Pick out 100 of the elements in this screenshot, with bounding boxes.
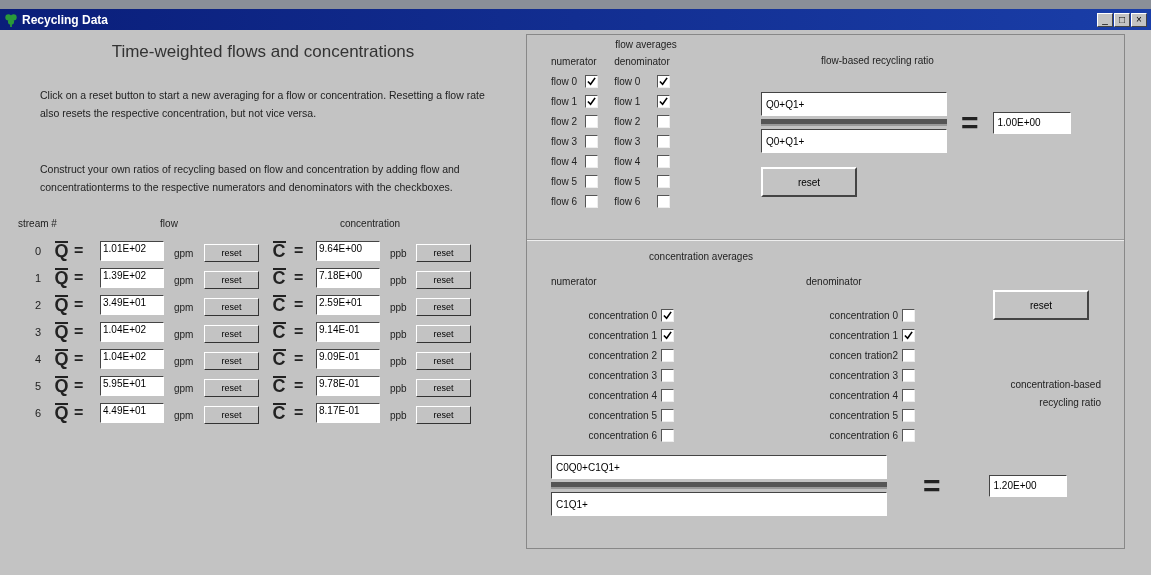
checkbox[interactable] — [661, 428, 674, 442]
unit-label: gpm — [173, 355, 195, 367]
flow-field[interactable]: 1.39E+02 — [100, 267, 164, 288]
reset-button[interactable]: reset — [416, 325, 471, 343]
ratio-title: flow-based recycling ratio — [821, 55, 935, 66]
concentration-field[interactable]: 2.59E+01 — [316, 294, 380, 315]
equals-sign: = — [74, 268, 85, 287]
reset-button[interactable]: reset — [204, 379, 259, 397]
checkbox[interactable] — [585, 134, 599, 148]
checkbox-label: flow 2 — [614, 115, 641, 127]
reset-button[interactable]: reset — [416, 352, 471, 370]
reset-button[interactable]: reset — [416, 379, 471, 397]
checkbox-label: concentration 3 — [587, 369, 657, 381]
equals-sign: = — [74, 241, 85, 260]
reset-button[interactable]: reset — [416, 406, 471, 424]
concentration-field[interactable]: 9.78E-01 — [316, 375, 380, 396]
concentration-field[interactable]: 7.18E+00 — [316, 267, 380, 288]
reset-button[interactable]: reset — [204, 271, 259, 289]
denominator-label: denominator — [806, 276, 863, 287]
reset-button[interactable]: reset — [204, 298, 259, 316]
flow-field[interactable]: 1.04E+02 — [100, 348, 164, 369]
checkbox-label: concentration 2 — [587, 349, 657, 361]
unit-label: ppb — [389, 247, 408, 259]
numerator-field[interactable]: Q0+Q1+ — [761, 92, 947, 116]
ratio-field[interactable]: 1.00E+00 — [992, 111, 1071, 134]
reset-button[interactable]: reset — [204, 244, 259, 262]
unit-label: ppb — [389, 274, 408, 286]
checkbox[interactable] — [902, 348, 915, 362]
checkbox[interactable] — [902, 328, 915, 342]
checkbox[interactable] — [902, 308, 915, 322]
checkbox[interactable] — [585, 94, 599, 108]
reset-button[interactable]: reset — [416, 298, 471, 316]
checkbox[interactable] — [661, 408, 674, 422]
flow-field[interactable]: 1.04E+02 — [100, 321, 164, 342]
checkbox-label: flow 1 — [614, 95, 641, 107]
equals-sign: = — [294, 376, 305, 395]
checkbox[interactable] — [902, 428, 915, 442]
unit-label: gpm — [173, 301, 195, 313]
equals-sign: = — [74, 349, 85, 368]
equals-sign: = — [961, 110, 979, 135]
window-control-button[interactable]: × — [1131, 12, 1147, 27]
column-header: concentration — [338, 218, 401, 229]
section-title: concentration averages — [648, 251, 754, 262]
checkbox[interactable] — [585, 194, 599, 208]
checkbox[interactable] — [585, 74, 599, 88]
denominator-field[interactable]: C1Q1+ — [551, 492, 887, 516]
reset-button[interactable]: reset — [204, 352, 259, 370]
checkbox[interactable] — [661, 368, 674, 382]
checkbox[interactable] — [585, 154, 599, 168]
checkbox[interactable] — [661, 388, 674, 402]
checkbox[interactable] — [656, 134, 670, 148]
checkbox[interactable] — [585, 174, 599, 188]
flow-field[interactable]: 4.49E+01 — [100, 402, 164, 423]
checkbox[interactable] — [656, 194, 670, 208]
reset-button[interactable]: reset — [416, 244, 471, 262]
heading: Time-weighted flows and concentrations — [110, 42, 416, 62]
checkbox[interactable] — [902, 368, 915, 382]
reset-button[interactable]: reset — [416, 271, 471, 289]
equals-sign: = — [74, 376, 85, 395]
concentration-field[interactable]: 9.09E-01 — [316, 348, 380, 369]
checkbox[interactable] — [656, 154, 670, 168]
denominator-label: denominator — [614, 56, 670, 67]
reset-button[interactable]: reset — [204, 406, 259, 424]
equals-sign: = — [294, 349, 305, 368]
window-control-button[interactable]: _ — [1097, 12, 1113, 27]
numerator-label: numerator — [551, 56, 598, 67]
ratio-field[interactable]: 1.20E+00 — [988, 474, 1067, 497]
denominator-field[interactable]: Q0+Q1+ — [761, 129, 947, 153]
numerator-field[interactable]: C0Q0+C1Q1+ — [551, 455, 887, 479]
checkbox[interactable] — [661, 328, 674, 342]
checkbox-label: concentration 0 — [828, 309, 898, 321]
concentration-field[interactable]: 8.17E-01 — [316, 402, 380, 423]
checkbox[interactable] — [585, 114, 599, 128]
flow-field[interactable]: 1.01E+02 — [100, 240, 164, 261]
checkbox[interactable] — [656, 174, 670, 188]
checkbox[interactable] — [656, 94, 670, 108]
concentration-field[interactable]: 9.64E+00 — [316, 240, 380, 261]
checkbox[interactable] — [656, 74, 670, 88]
unit-label: ppb — [389, 355, 408, 367]
checkbox-label: concentration 1 — [587, 329, 657, 341]
reset-button[interactable]: reset — [204, 325, 259, 343]
checkbox[interactable] — [902, 408, 915, 422]
checkbox[interactable] — [661, 348, 674, 362]
checkbox-label: flow 6 — [551, 195, 578, 207]
flow-field[interactable]: 3.49E+01 — [100, 294, 164, 315]
checkbox[interactable] — [661, 308, 674, 322]
reset-button[interactable]: reset — [761, 167, 857, 197]
checkbox-label: concentration 4 — [828, 389, 898, 401]
reset-button[interactable]: reset — [993, 290, 1089, 320]
checkbox-label: flow 4 — [614, 155, 641, 167]
equals-sign: = — [294, 322, 305, 341]
window-control-button[interactable]: □ — [1114, 12, 1130, 27]
concentration-field[interactable]: 9.14E-01 — [316, 321, 380, 342]
column-header: flow — [159, 218, 179, 229]
checkbox-label: concen tration2 — [828, 349, 898, 361]
checkbox-label: flow 3 — [614, 135, 641, 147]
checkbox[interactable] — [902, 388, 915, 402]
checkbox-label: concentration 0 — [587, 309, 657, 321]
flow-field[interactable]: 5.95E+01 — [100, 375, 164, 396]
checkbox[interactable] — [656, 114, 670, 128]
